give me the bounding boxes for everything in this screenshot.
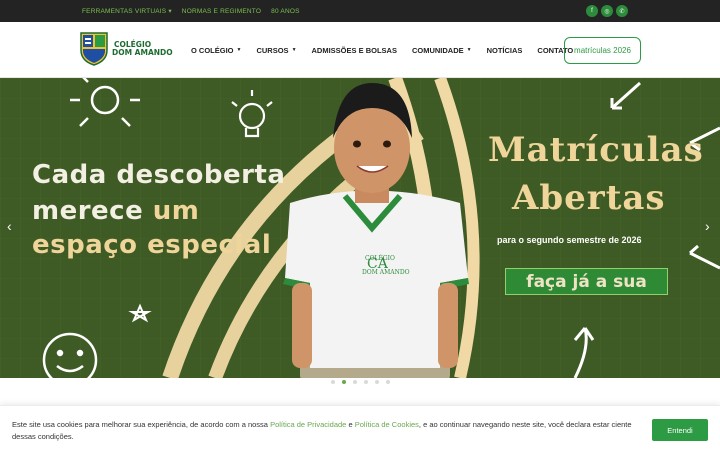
site-logo[interactable]: COLÉGIO DOM AMANDO bbox=[80, 32, 173, 66]
privacy-policy-link[interactable]: Política de Privacidade bbox=[270, 420, 346, 429]
nav-item-cursos[interactable]: CURSOS ▼ bbox=[256, 46, 296, 55]
hero-subtitle: para o segundo semestre de 2026 bbox=[497, 235, 642, 245]
cookie-policy-link[interactable]: Política de Cookies bbox=[355, 420, 419, 429]
chevron-down-icon: ▾ bbox=[168, 8, 172, 15]
enrollment-button[interactable]: matrículas 2026 bbox=[564, 37, 641, 64]
top-link-ferramentas[interactable]: FERRAMENTAS VIRTUAIS ▾ bbox=[82, 7, 172, 15]
hero-headline-line-1: Cada descoberta bbox=[32, 160, 286, 190]
slider-prev-arrow[interactable]: ‹ bbox=[7, 218, 12, 234]
slider-dots bbox=[331, 380, 390, 384]
slider-dot[interactable] bbox=[353, 380, 357, 384]
hero-title-matriculas: Matrículas bbox=[488, 130, 704, 170]
main-nav: O COLÉGIO ▼ CURSOS ▼ ADMISSÕES E BOLSAS CO… bbox=[191, 22, 573, 78]
cookie-text: Este site usa cookies para melhorar sua … bbox=[12, 420, 271, 429]
cookie-banner: Este site usa cookies para melhorar sua … bbox=[0, 405, 720, 450]
top-link-normas[interactable]: NORMAS E REGIMENTO bbox=[182, 8, 261, 15]
instagram-icon[interactable]: ◎ bbox=[601, 5, 613, 17]
hero-headline-highlight: um bbox=[152, 196, 200, 226]
nav-item-o-colegio[interactable]: O COLÉGIO ▼ bbox=[191, 46, 241, 55]
nav-label: CURSOS bbox=[256, 45, 289, 55]
hero-slider: COLÉGIO DOM AMANDO CA Cada descoberta me… bbox=[0, 78, 720, 378]
top-link-80-anos[interactable]: 80 ANOS bbox=[271, 8, 300, 15]
hero-title-abertas: Abertas bbox=[512, 178, 666, 218]
hero-headline-word: merece bbox=[32, 196, 144, 226]
top-links: FERRAMENTAS VIRTUAIS ▾ NORMAS E REGIMENT… bbox=[82, 0, 300, 22]
cookie-text: e bbox=[346, 420, 355, 429]
site-header: COLÉGIO DOM AMANDO O COLÉGIO ▼ CURSOS ▼ AD… bbox=[0, 22, 720, 78]
accept-cookies-button[interactable]: Entendi bbox=[652, 419, 708, 441]
nav-item-noticias[interactable]: NOTÍCIAS bbox=[487, 46, 523, 55]
nav-label: NOTÍCIAS bbox=[486, 45, 523, 55]
facebook-icon[interactable]: f bbox=[586, 5, 598, 17]
slider-dot[interactable] bbox=[364, 380, 368, 384]
slider-dot[interactable] bbox=[386, 380, 390, 384]
logo-line-2: DOM AMANDO bbox=[112, 48, 173, 57]
social-links: f ◎ ✆ bbox=[586, 5, 628, 17]
nav-label: COMUNIDADE bbox=[411, 45, 464, 55]
chevron-down-icon: ▼ bbox=[236, 47, 242, 53]
top-link-label: FERRAMENTAS VIRTUAIS bbox=[82, 8, 167, 15]
chevron-down-icon: ▼ bbox=[466, 47, 472, 53]
logo-text: COLÉGIO DOM AMANDO bbox=[112, 41, 173, 57]
top-bar: FERRAMENTAS VIRTUAIS ▾ NORMAS E REGIMENT… bbox=[0, 0, 720, 22]
chalkboard-art: COLÉGIO DOM AMANDO CA bbox=[0, 78, 720, 378]
slider-dot[interactable] bbox=[375, 380, 379, 384]
slider-next-arrow[interactable]: › bbox=[705, 218, 710, 234]
school-shield-icon bbox=[80, 32, 108, 66]
slider-dot[interactable] bbox=[331, 380, 335, 384]
nav-label: ADMISSÕES E BOLSAS bbox=[311, 45, 397, 55]
hero-headline-line-2: merece um bbox=[32, 196, 199, 226]
chevron-down-icon: ▼ bbox=[291, 47, 297, 53]
whatsapp-icon[interactable]: ✆ bbox=[616, 5, 628, 17]
slider-dot[interactable] bbox=[342, 380, 346, 384]
nav-item-admissoes[interactable]: ADMISSÕES E BOLSAS bbox=[312, 46, 397, 55]
cookie-message: Este site usa cookies para melhorar sua … bbox=[12, 419, 652, 443]
nav-label: O COLÉGIO bbox=[191, 45, 234, 55]
hero-headline-line-3: espaço especial bbox=[32, 230, 272, 260]
svg-text:CA: CA bbox=[367, 256, 389, 272]
nav-item-comunidade[interactable]: COMUNIDADE ▼ bbox=[412, 46, 472, 55]
hero-cta-badge[interactable]: faça já a sua bbox=[505, 268, 668, 295]
